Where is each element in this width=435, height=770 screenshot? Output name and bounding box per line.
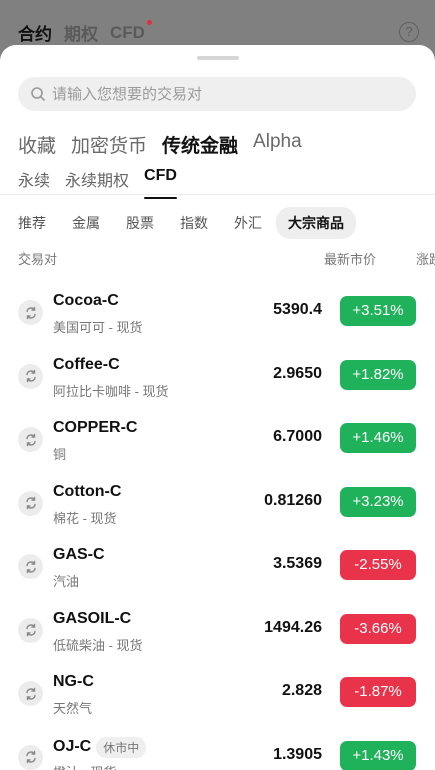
filter-indices[interactable]: 指数: [168, 207, 220, 239]
pair-symbol-text: NG-C: [53, 673, 94, 690]
tab-crypto[interactable]: 加密货币: [71, 131, 147, 158]
tab-cfd-label: CFD: [110, 22, 145, 42]
sort-icon: ÷: [419, 249, 424, 259]
change-badge: +3.23%: [340, 486, 416, 517]
notification-dot: [146, 19, 152, 25]
pair-description: 橙汁 - 现货: [53, 762, 117, 770]
market-closed-badge: 休市中: [96, 736, 147, 758]
change-badge: -2.55%: [340, 550, 416, 580]
table-row[interactable]: Cocoa-C 美国可可 - 现货 5390.4 +3.51%: [18, 292, 416, 348]
cfd-icon: [18, 681, 43, 706]
change-badge: -1.87%: [340, 677, 416, 707]
table-row[interactable]: Coffee-C 阿拉比卡咖啡 - 现货 2.9650 +1.82%: [18, 356, 416, 412]
sheet-grabber[interactable]: [197, 56, 239, 60]
pair-symbol: Cotton-C: [53, 483, 121, 501]
pair-symbol-text: GASOIL-C: [53, 609, 132, 627]
cfd-icon: [18, 427, 43, 452]
tab-cfd[interactable]: CFD: [110, 19, 152, 43]
tab-options[interactable]: 期权: [64, 20, 98, 45]
cfd-icon: [18, 744, 43, 770]
cfd-icon: [18, 490, 43, 516]
table-row[interactable]: Cotton-C 棉花 - 现货 0.81260 +3.23%: [18, 483, 416, 539]
category-tabs: 收藏 加密货币 传统金融 Alpha: [18, 131, 302, 158]
pair-symbol: Coffee-C: [53, 356, 120, 374]
filter-stocks[interactable]: 股票: [114, 207, 166, 239]
change-badge: +1.43%: [340, 740, 416, 770]
last-price: 2.9650: [273, 364, 322, 382]
last-price: 6.7000: [273, 428, 322, 445]
sort-icon: ÷: [327, 249, 332, 259]
table-row[interactable]: NG-C 天然气 2.828 -1.87%: [18, 673, 416, 729]
table-row[interactable]: GAS-C 汽油 3.5369 -2.55%: [18, 546, 416, 602]
filter-chips: 推荐 金属 股票 指数 外汇 大宗商品: [18, 207, 358, 239]
table-row[interactable]: COPPER-C 铜 6.7000 +1.46%: [18, 419, 416, 475]
cfd-icon: [18, 300, 43, 325]
cfd-icon: [18, 617, 43, 643]
change-badge: -3.66%: [340, 613, 416, 644]
pair-symbol-text: GAS-C: [53, 546, 105, 563]
search-bar[interactable]: [18, 77, 416, 111]
last-price: 1494.26: [264, 618, 322, 636]
pair-symbol-text: OJ-C: [53, 738, 92, 755]
pair-symbol-text: Coffee-C: [53, 355, 120, 373]
pair-symbol: GASOIL-C: [53, 610, 131, 628]
pair-symbol-text: COPPER-C: [53, 419, 138, 436]
pair-symbol: GAS-C: [53, 546, 105, 564]
search-icon: [31, 87, 45, 101]
pair-description: 铜: [53, 447, 67, 462]
background-tabs: 合约 期权 CFD: [18, 19, 152, 45]
pair-description: 美国可可 - 现货: [53, 320, 143, 335]
pair-symbol: OJ-C 休市中: [53, 736, 147, 758]
pair-selector-sheet: 收藏 加密货币 传统金融 Alpha 永续 永续期权 CFD 推荐 金属 股票 …: [0, 45, 435, 770]
last-price: 0.81260: [264, 491, 322, 509]
cfd-icon: [18, 363, 43, 389]
pair-description: 棉花 - 现货: [53, 510, 117, 526]
pair-symbol-text: Cocoa-C: [53, 292, 119, 309]
sort-icon: ÷: [21, 249, 26, 259]
pair-symbol: COPPER-C: [53, 419, 137, 437]
tab-tradfi[interactable]: 传统金融: [162, 131, 238, 158]
pair-symbol: NG-C: [53, 673, 94, 691]
divider: [0, 194, 435, 195]
change-badge: +1.82%: [340, 359, 416, 390]
last-price: 1.3905: [273, 745, 322, 763]
table-row[interactable]: OJ-C休市中橙汁 - 现货 1.3905 +1.43%: [18, 736, 416, 770]
pair-description: 低硫柴油 - 现货: [53, 637, 143, 653]
tab-favorites[interactable]: 收藏: [18, 131, 56, 158]
filter-forex[interactable]: 外汇: [222, 207, 274, 239]
table-row[interactable]: GASOIL-C 低硫柴油 - 现货 1494.26 -3.66%: [18, 610, 416, 666]
pair-description: 阿拉比卡咖啡 - 现货: [53, 383, 169, 399]
tab-contracts[interactable]: 合约: [18, 20, 52, 45]
pair-symbol-text: Cotton-C: [53, 482, 122, 500]
pair-symbol: Cocoa-C: [53, 292, 119, 310]
pair-description: 汽油: [53, 574, 80, 589]
last-price: 5390.4: [273, 301, 322, 318]
pair-description: 天然气: [53, 701, 93, 716]
search-input[interactable]: [52, 85, 372, 103]
cfd-icon: [18, 554, 43, 579]
filter-metals[interactable]: 金属: [60, 207, 112, 239]
last-price: 3.5369: [273, 555, 322, 572]
tab-alpha[interactable]: Alpha: [253, 131, 302, 158]
last-price: 2.828: [281, 682, 322, 699]
change-badge: +3.51%: [340, 296, 416, 326]
help-icon[interactable]: ?: [399, 22, 419, 42]
change-badge: +1.46%: [340, 423, 416, 453]
filter-recommended[interactable]: 推荐: [18, 207, 58, 239]
filter-commodities[interactable]: 大宗商品: [276, 207, 356, 239]
